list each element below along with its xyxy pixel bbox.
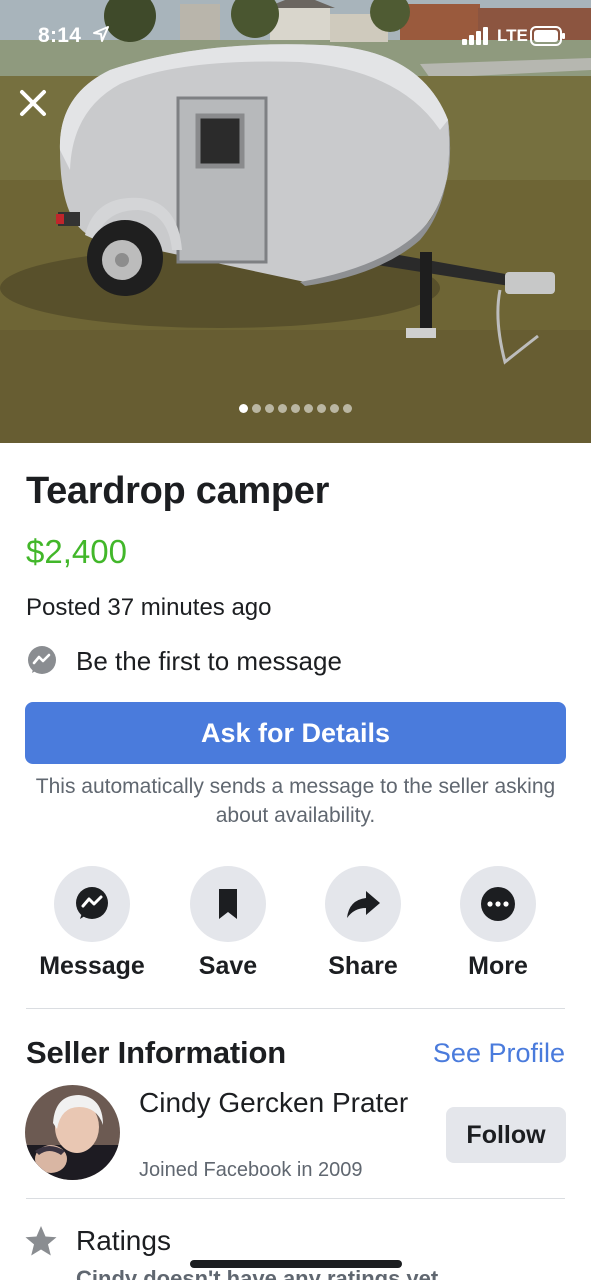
- close-icon[interactable]: [16, 86, 50, 120]
- network-type: LTE: [497, 26, 528, 45]
- see-profile-link[interactable]: See Profile: [433, 1038, 565, 1069]
- save-label: Save: [198, 952, 258, 980]
- message-button[interactable]: Message: [25, 866, 159, 986]
- star-icon: [25, 1226, 57, 1256]
- ratings-label: Ratings: [76, 1225, 171, 1256]
- share-button[interactable]: Share: [296, 866, 430, 986]
- ratings-note: Cindy doesn't have any ratings yet.: [76, 1266, 445, 1280]
- ratings-row[interactable]: Ratings: [24, 1222, 171, 1260]
- seller-heading: Seller Information: [26, 1035, 286, 1070]
- carousel-dot: [291, 404, 300, 413]
- divider: [26, 1198, 565, 1199]
- location-arrow-icon: [93, 26, 109, 42]
- listing-photo[interactable]: 8:14 LTE: [0, 0, 591, 443]
- listing-title: Teardrop camper: [26, 470, 330, 512]
- seller-photo: [25, 1085, 120, 1180]
- message-label: Message: [39, 952, 145, 980]
- carousel-dot: [317, 404, 326, 413]
- carousel-dot: [343, 404, 352, 413]
- share-arrow-icon: [347, 891, 380, 918]
- more-circle: [460, 866, 536, 942]
- more-button[interactable]: More: [431, 866, 565, 986]
- first-to-message: Be the first to message: [26, 643, 342, 679]
- carousel-dot: [239, 404, 248, 413]
- status-bar: 8:14 LTE: [0, 0, 591, 72]
- share-label: Share: [328, 952, 398, 980]
- avatar[interactable]: [25, 1085, 120, 1180]
- messenger-icon: [76, 887, 108, 919]
- carousel-dot: [330, 404, 339, 413]
- first-message-text: Be the first to message: [76, 645, 342, 676]
- home-indicator[interactable]: [190, 1260, 402, 1268]
- carousel-dot: [278, 404, 287, 413]
- posted-time: Posted 37 minutes ago: [26, 594, 272, 621]
- message-circle: [54, 866, 130, 942]
- divider: [26, 1008, 565, 1009]
- signal-icon: [462, 27, 488, 45]
- ask-for-details-button[interactable]: Ask for Details: [25, 702, 566, 764]
- bookmark-icon: [219, 889, 237, 919]
- save-circle: [190, 866, 266, 942]
- status-time: 8:14: [38, 24, 82, 47]
- seller-name[interactable]: Cindy Gercken Prater: [139, 1085, 409, 1121]
- follow-button[interactable]: Follow: [446, 1107, 566, 1163]
- photo-carousel-dots[interactable]: [0, 404, 591, 416]
- save-button[interactable]: Save: [161, 866, 295, 986]
- messenger-icon: [28, 646, 56, 674]
- more-label: More: [468, 952, 528, 980]
- battery-icon: [530, 26, 565, 46]
- seller-joined: Joined Facebook in 2009: [139, 1159, 363, 1181]
- carousel-dot: [252, 404, 261, 413]
- ask-note: This automatically sends a message to th…: [35, 775, 556, 827]
- more-dots-icon: [481, 887, 515, 921]
- carousel-dot: [265, 404, 274, 413]
- carousel-dot: [304, 404, 313, 413]
- action-row: Message Save Share More: [0, 866, 591, 986]
- share-circle: [325, 866, 401, 942]
- listing-price: $2,400: [26, 533, 127, 570]
